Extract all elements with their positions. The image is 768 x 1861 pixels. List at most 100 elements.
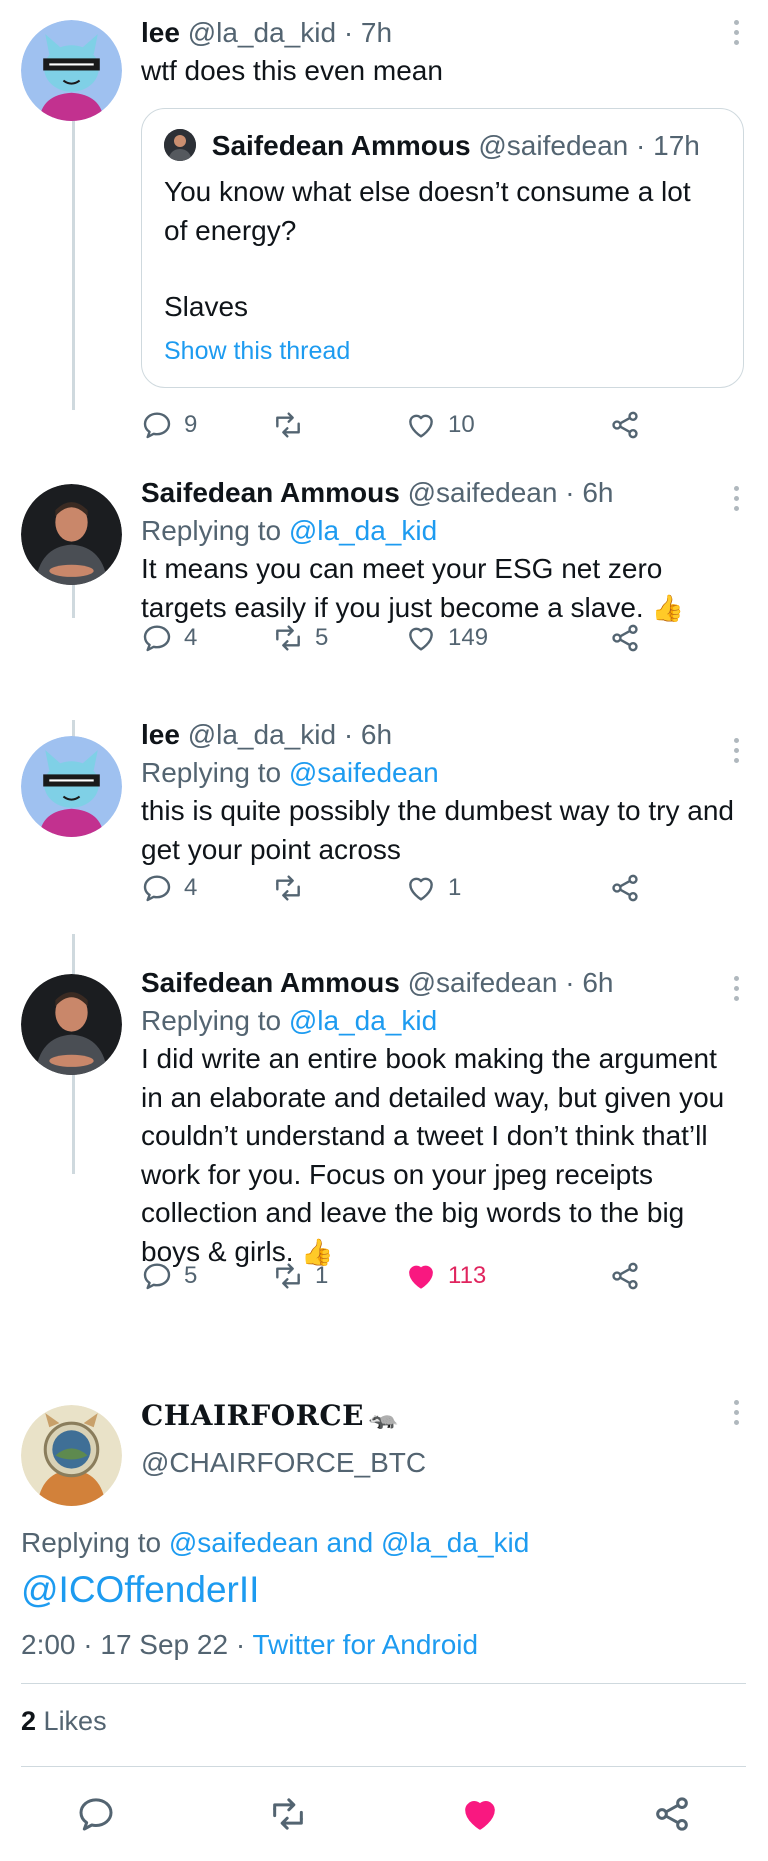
share-button[interactable]: [652, 1794, 692, 1834]
reply-button[interactable]: [76, 1794, 116, 1834]
retweet-count: 5: [315, 624, 329, 651]
like-button[interactable]: 10: [405, 405, 475, 445]
show-thread-link[interactable]: Show this thread: [164, 337, 350, 366]
user-handle[interactable]: @la_da_kid: [188, 719, 336, 750]
share-icon: [612, 411, 638, 439]
tweet-time[interactable]: · 7h: [344, 17, 392, 48]
replying-to-prefix: Replying to: [141, 515, 282, 546]
tweet-text-body: It means you can meet your ESG net zero …: [141, 553, 663, 623]
like-icon: [409, 414, 433, 438]
reply-icon: [143, 625, 171, 652]
user-handle[interactable]: @saifedean: [408, 967, 558, 998]
like-icon-filled: [465, 1801, 495, 1830]
tweet[interactable]: lee @la_da_kid · 7h wtf does this even m…: [0, 0, 768, 450]
replying-to: Replying to @saifedean: [141, 754, 740, 792]
display-name[interactable]: lee: [141, 17, 180, 48]
avatar[interactable]: [21, 974, 122, 1075]
tweet-time[interactable]: · 6h: [344, 719, 392, 750]
tweet-text-body: I did write an entire book making the ar…: [141, 1043, 725, 1267]
like-icon: [409, 877, 433, 901]
avatar[interactable]: [21, 20, 122, 121]
tweet[interactable]: Saifedean Ammous @saifedean · 6h Replyin…: [0, 967, 768, 1378]
share-button[interactable]: [609, 868, 641, 908]
like-button[interactable]: 113: [405, 1256, 486, 1296]
share-button[interactable]: [609, 618, 641, 658]
display-name[interactable]: CHAIRFORCE: [141, 1399, 364, 1432]
like-button[interactable]: [460, 1794, 500, 1834]
avatar[interactable]: [21, 1405, 122, 1506]
main-tweet: CHAIRFORCE 🦡 @CHAIRFORCE_BTC Replying to…: [0, 1399, 768, 1780]
retweet-button[interactable]: [268, 1794, 308, 1834]
display-name[interactable]: Saifedean Ammous: [141, 967, 400, 998]
quoted-tweet-text: You know what else doesn’t consume a lot…: [164, 173, 721, 327]
tweet-actions: 9 10: [141, 405, 651, 445]
share-icon: [612, 874, 638, 902]
main-tweet-actions: [0, 1776, 768, 1856]
retweet-button[interactable]: [272, 405, 315, 445]
likes-summary[interactable]: 2 Likes: [21, 1702, 107, 1740]
user-handle[interactable]: @saifedean: [408, 477, 558, 508]
like-icon-filled: [409, 1265, 433, 1289]
quoted-text-line: Slaves: [164, 291, 249, 322]
tweet-timestamp[interactable]: 2:00 · 17 Sep 22 ·: [21, 1629, 245, 1660]
thumbs-up-emoji: 👍: [651, 592, 684, 623]
reply-icon: [79, 1798, 113, 1831]
retweet-button[interactable]: 5: [272, 618, 328, 658]
avatar[interactable]: [21, 736, 122, 837]
reply-button[interactable]: 5: [141, 1256, 197, 1296]
quoted-display-name: Saifedean Ammous: [211, 130, 471, 161]
share-button[interactable]: [609, 405, 641, 445]
retweet-button[interactable]: [272, 868, 315, 908]
like-icon: [409, 627, 433, 651]
tweet-header: Saifedean Ammous @saifedean · 6h: [141, 474, 740, 512]
mention-link[interactable]: @saifedean and @la_da_kid: [169, 1527, 529, 1558]
reply-button[interactable]: 4: [141, 868, 197, 908]
quoted-tweet-header: Saifedean Ammous @saifedean · 17h: [164, 127, 700, 165]
replying-to: Replying to @la_da_kid: [141, 1002, 740, 1040]
like-count: 149: [448, 624, 489, 651]
tweet-meta: 2:00 · 17 Sep 22 · Twitter for Android: [21, 1626, 478, 1664]
reply-count: 5: [184, 1262, 198, 1289]
retweet-icon: [273, 1798, 303, 1830]
badger-emoji: 🦡: [368, 1404, 399, 1431]
main-tweet-text[interactable]: @ICOffenderII: [21, 1566, 259, 1614]
retweet-icon: [276, 1263, 300, 1289]
tweet-time[interactable]: · 6h: [565, 477, 613, 508]
tweet[interactable]: lee @la_da_kid · 6h Replying to @saifede…: [0, 719, 768, 922]
user-handle[interactable]: @la_da_kid: [188, 17, 336, 48]
divider: [21, 1766, 746, 1767]
like-count: 1: [448, 874, 462, 901]
share-button[interactable]: [609, 1256, 641, 1296]
reply-button[interactable]: 9: [141, 405, 197, 445]
retweet-icon: [276, 625, 300, 651]
replying-to: Replying to @saifedean and @la_da_kid: [21, 1524, 529, 1562]
mention-link[interactable]: @la_da_kid: [289, 515, 437, 546]
reply-button[interactable]: 4: [141, 618, 197, 658]
tweet-time[interactable]: · 6h: [565, 967, 613, 998]
retweet-button[interactable]: 1: [272, 1256, 328, 1296]
likes-label: Likes: [43, 1706, 107, 1736]
display-name[interactable]: lee: [141, 719, 180, 750]
display-name[interactable]: Saifedean Ammous: [141, 477, 400, 508]
tweet[interactable]: Saifedean Ammous @saifedean · 6h Replyin…: [0, 470, 768, 670]
replying-to-prefix: Replying to: [21, 1527, 162, 1558]
like-button[interactable]: 1: [405, 868, 461, 908]
share-icon: [656, 1797, 688, 1831]
avatar[interactable]: [21, 484, 122, 585]
tweet-actions: 5 1 113: [141, 1256, 651, 1296]
like-button[interactable]: 149: [405, 618, 488, 658]
quoted-tweet[interactable]: Saifedean Ammous @saifedean · 17h You kn…: [141, 108, 744, 388]
tweet-source-link[interactable]: Twitter for Android: [252, 1629, 478, 1660]
replying-to: Replying to @la_da_kid: [141, 512, 740, 550]
reply-count: 4: [184, 874, 198, 901]
user-handle[interactable]: @CHAIRFORCE_BTC: [141, 1443, 740, 1483]
tweet-text: wtf does this even mean: [141, 55, 443, 86]
replying-to-prefix: Replying to: [141, 757, 282, 788]
quoted-text-line: You know what else doesn’t consume a lot…: [164, 176, 691, 246]
mention-link[interactable]: @saifedean: [289, 757, 439, 788]
mention-link[interactable]: @la_da_kid: [289, 1005, 437, 1036]
tweet-header: lee @la_da_kid · 7h: [141, 14, 740, 52]
share-icon: [612, 624, 638, 652]
retweet-icon: [276, 875, 300, 901]
like-count: 10: [448, 411, 475, 438]
